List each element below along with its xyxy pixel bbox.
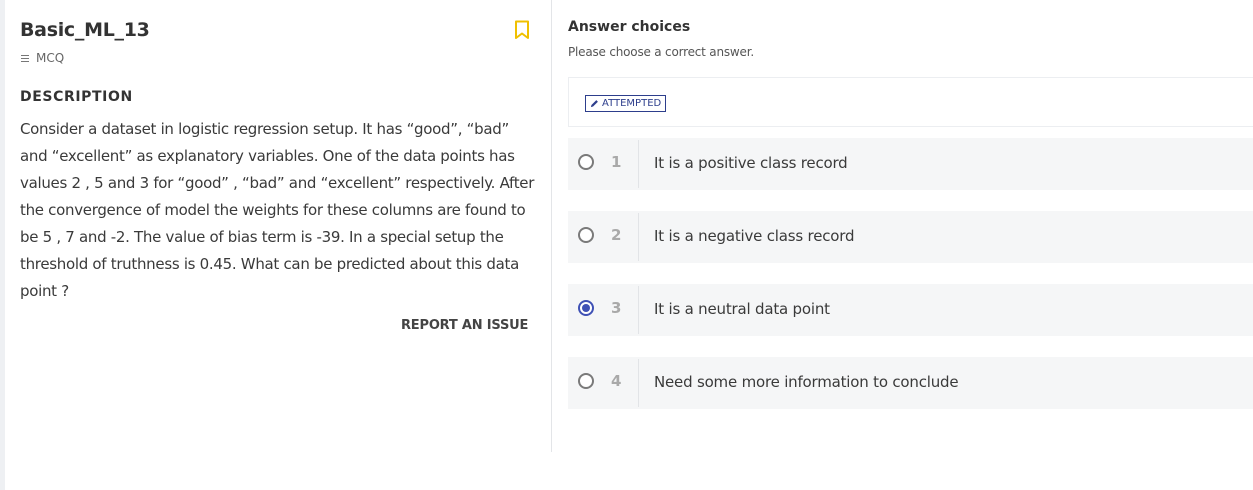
option-label: It is a neutral data point [654, 300, 830, 318]
description-line: the convergence of model the weights for… [20, 201, 526, 219]
option-label: It is a positive class record [654, 154, 848, 172]
radio-button[interactable] [578, 373, 594, 389]
option-divider [638, 140, 639, 188]
answer-option-1[interactable]: 1 It is a positive class record [568, 138, 1253, 190]
option-divider [638, 213, 639, 261]
page: Basic_ML_13 MCQ DESCRIPTION Consider a d… [0, 0, 1253, 490]
status-badge-label: ATTEMPTED [602, 98, 662, 109]
description-heading: DESCRIPTION [20, 89, 133, 105]
description-line: threshold of truthness is 0.45. What can… [20, 255, 520, 273]
pencil-icon [590, 100, 598, 108]
option-number: 1 [611, 153, 622, 171]
bookmark-icon[interactable] [514, 20, 530, 40]
description-line: point ? [20, 282, 69, 300]
answer-panel: Answer choices Please choose a correct a… [552, 0, 1253, 490]
description-line: be 5 , 7 and -2. The value of bias term … [20, 228, 504, 246]
answer-option-2[interactable]: 2 It is a negative class record [568, 211, 1253, 263]
question-title: Basic_ML_13 [20, 19, 150, 41]
option-divider [638, 359, 639, 407]
option-number: 2 [611, 226, 622, 244]
radio-button[interactable] [578, 227, 594, 243]
description-line: values 2 , 5 and 3 for “good” , “bad” an… [20, 174, 535, 192]
question-type-tag: MCQ [21, 51, 64, 65]
answer-choices-heading: Answer choices [568, 19, 691, 35]
description-line: and “excellent” as explanatory variables… [20, 147, 515, 165]
answer-option-3[interactable]: 3 It is a neutral data point [568, 284, 1253, 336]
description-text: Consider a dataset in logistic regressio… [20, 116, 537, 305]
option-label: Need some more information to conclude [654, 373, 959, 391]
answer-choices-subheading: Please choose a correct answer. [568, 45, 754, 59]
question-panel: Basic_ML_13 MCQ DESCRIPTION Consider a d… [5, 0, 552, 452]
answer-option-4[interactable]: 4 Need some more information to conclude [568, 357, 1253, 409]
radio-button[interactable] [578, 154, 594, 170]
description-line: Consider a dataset in logistic regressio… [20, 120, 509, 138]
list-icon [21, 54, 29, 62]
option-number: 3 [611, 299, 622, 317]
radio-button-selected[interactable] [578, 300, 594, 316]
status-box: ATTEMPTED [568, 77, 1253, 127]
option-label: It is a negative class record [654, 227, 855, 245]
report-issue-button[interactable]: REPORT AN ISSUE [401, 318, 528, 333]
option-divider [638, 286, 639, 334]
question-type-label: MCQ [36, 51, 65, 65]
option-number: 4 [611, 372, 622, 390]
status-badge: ATTEMPTED [585, 95, 667, 112]
